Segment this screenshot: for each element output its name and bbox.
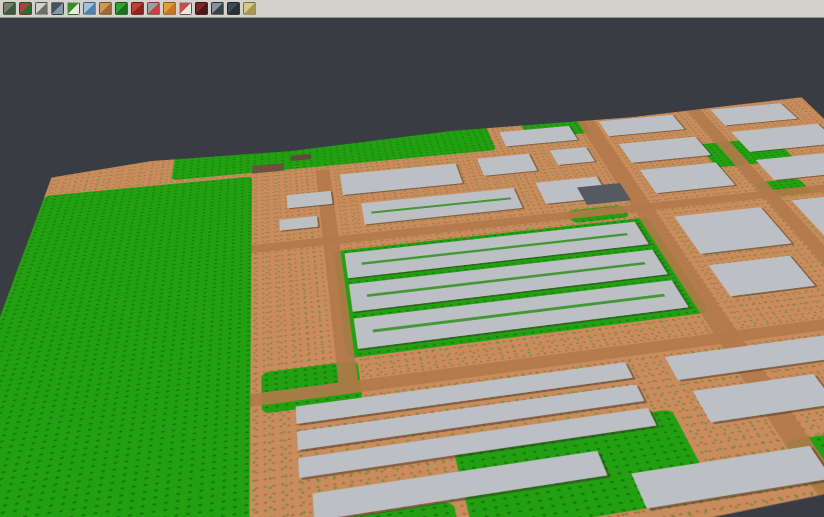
save-icon[interactable] (35, 2, 48, 15)
building-roof (710, 103, 797, 125)
ground-class-icon[interactable] (99, 2, 112, 15)
measure-tool-icon[interactable] (243, 2, 256, 15)
vegetation-patch (0, 176, 252, 517)
dataset-2-icon[interactable] (19, 2, 32, 15)
building-roof (279, 216, 318, 231)
point-cloud-icon[interactable] (83, 2, 96, 15)
building-roof (599, 115, 685, 136)
window-tool-icon[interactable] (211, 2, 224, 15)
building-roof (477, 154, 537, 176)
green-sphere-icon[interactable] (115, 2, 128, 15)
settings-gear-icon[interactable] (147, 2, 160, 15)
main-toolbar (0, 0, 824, 18)
building-roof (340, 163, 463, 195)
bare-spot-1 (252, 163, 284, 174)
building-roof (619, 137, 711, 163)
checker-tool-icon[interactable] (179, 2, 192, 15)
application-window (0, 0, 824, 517)
3d-viewport[interactable] (0, 18, 824, 517)
maroon-tool-icon[interactable] (195, 2, 208, 15)
vegetation-class-icon[interactable] (67, 2, 80, 15)
building-roof (731, 124, 824, 152)
building-roof (709, 256, 816, 297)
building-roof (499, 126, 577, 147)
building-roof (550, 147, 595, 165)
building-roof (674, 207, 792, 254)
orange-tool-icon[interactable] (163, 2, 176, 15)
dataset-1-icon[interactable] (3, 2, 16, 15)
layers-icon[interactable] (51, 2, 64, 15)
globe-tool-icon[interactable] (227, 2, 240, 15)
roof-ridge-line (371, 197, 511, 213)
point-cloud-terrain[interactable] (0, 97, 824, 517)
red-sphere-icon[interactable] (131, 2, 144, 15)
building-roof (693, 374, 824, 422)
